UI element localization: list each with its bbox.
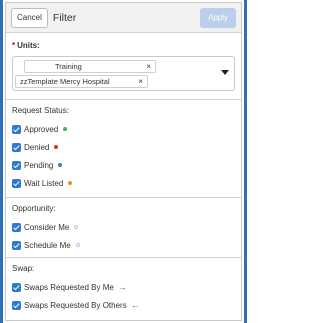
checkbox[interactable] (12, 240, 21, 250)
option-label: Approved (24, 124, 59, 134)
unit-tag-label: Training (55, 62, 82, 71)
checkbox[interactable] (12, 178, 21, 188)
checkbox[interactable] (12, 124, 21, 134)
apply-button[interactable]: Apply (200, 7, 236, 28)
status-option-pending[interactable]: Pending (12, 156, 235, 174)
swap-option-by-me[interactable]: Swaps Requested By Me → (12, 278, 235, 296)
opportunity-option-schedule-me[interactable]: Schedule Me (12, 236, 235, 254)
unit-tag-mercy-hospital: zzTemplate Mercy Hospital × (15, 75, 148, 88)
option-label: Swaps Requested By Others (24, 300, 127, 310)
swap-section: Swap: Swaps Requested By Me → Swaps Requ… (6, 258, 241, 318)
window-edge-left (0, 0, 3, 323)
option-label: Pending (24, 160, 54, 170)
checkbox[interactable] (12, 160, 21, 170)
status-dot-icon (63, 127, 68, 131)
section-title: Request Status: (12, 106, 69, 115)
status-dot-icon (58, 163, 63, 167)
checkbox[interactable] (12, 282, 21, 292)
remove-tag-icon[interactable]: × (138, 77, 143, 86)
option-label: Schedule Me (24, 240, 71, 250)
chevron-down-icon[interactable] (221, 70, 229, 75)
remove-tag-icon[interactable]: × (146, 62, 151, 71)
units-multiselect[interactable]: Training × zzTemplate Mercy Hospital × (12, 56, 235, 91)
status-option-denied[interactable]: Denied (12, 138, 235, 156)
status-dot-icon (54, 145, 59, 149)
section-title: Opportunity: (12, 204, 56, 213)
status-option-approved[interactable]: Approved (12, 120, 235, 138)
option-label: Wait Listed (24, 178, 64, 188)
option-label: Swaps Requested By Me (24, 282, 114, 292)
checkbox[interactable] (12, 300, 21, 310)
arrow-left-icon: ← (130, 299, 140, 310)
status-ring-icon (75, 243, 80, 247)
section-title: Swap: (12, 264, 35, 273)
swap-option-by-others[interactable]: Swaps Requested By Others ← (12, 296, 235, 314)
opportunity-option-consider-me[interactable]: Consider Me (12, 218, 235, 236)
required-mark: * (12, 41, 16, 50)
cancel-button[interactable]: Cancel (11, 7, 48, 28)
status-option-wait-listed[interactable]: Wait Listed (12, 174, 235, 192)
option-label: Consider Me (24, 222, 70, 232)
checkbox[interactable] (12, 142, 21, 152)
units-label: * Units: (12, 41, 235, 50)
checkbox[interactable] (12, 222, 21, 232)
filter-window: Cancel Filter Apply * Units: Training × z… (0, 0, 247, 323)
window-edge-right (244, 0, 247, 323)
units-label-text: Units: (17, 41, 40, 50)
unit-tag-training: Training × (24, 60, 156, 73)
arrow-right-icon: → (117, 281, 127, 292)
filter-panel: Cancel Filter Apply * Units: Training × z… (5, 2, 242, 321)
opportunity-section: Opportunity: Consider Me Schedule Me (6, 198, 241, 258)
option-label: Denied (24, 142, 50, 152)
status-dot-icon (68, 181, 73, 185)
request-status-section: Request Status: Approved Denied Pending … (6, 100, 241, 198)
filter-header: Cancel Filter Apply (6, 3, 241, 33)
units-section: * Units: Training × zzTemplate Mercy Hosp… (6, 33, 241, 100)
unit-tag-label: zzTemplate Mercy Hospital (20, 77, 110, 86)
panel-title: Filter (52, 11, 77, 24)
status-ring-icon (74, 225, 79, 229)
